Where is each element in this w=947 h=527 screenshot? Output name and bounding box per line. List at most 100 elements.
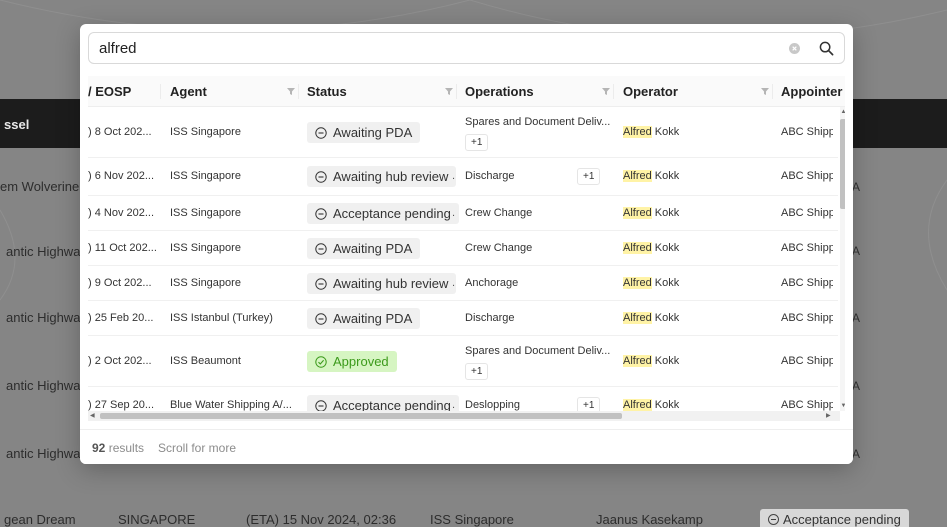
search-bar bbox=[88, 32, 845, 64]
appointer-cell: ABC Shippi bbox=[781, 207, 833, 219]
eosp-cell: ) 2 Oct 202... bbox=[88, 355, 152, 367]
table-row[interactable]: ) 27 Sep 20... Blue Water Shipping A/... A… bbox=[88, 387, 838, 411]
column-header-eosp[interactable]: / EOSP bbox=[88, 76, 131, 107]
truncation-dot: . bbox=[452, 170, 456, 182]
column-header-status[interactable]: Status bbox=[307, 76, 347, 107]
filter-icon[interactable] bbox=[444, 86, 454, 96]
vertical-scroll-thumb[interactable] bbox=[840, 119, 845, 209]
operator-cell: Alfred Kokk bbox=[623, 399, 679, 411]
operator-name-rest: Kokk bbox=[651, 170, 680, 182]
column-header-operations[interactable]: Operations bbox=[465, 76, 534, 107]
background-bottom-operator: Jaanus Kasekamp bbox=[596, 512, 703, 527]
search-match-highlight: Alfred bbox=[623, 277, 652, 289]
search-input[interactable] bbox=[89, 33, 784, 63]
appointer-cell: ABC Shippi bbox=[781, 126, 833, 138]
operator-cell: Alfred Kokk bbox=[623, 355, 679, 367]
status-badge: Acceptance pending bbox=[307, 203, 459, 224]
column-header-appointer[interactable]: Appointer bbox=[781, 76, 842, 107]
eosp-cell: ) 11 Oct 202... bbox=[88, 242, 157, 254]
status-badge: Awaiting hub review bbox=[307, 273, 457, 294]
filter-icon[interactable] bbox=[760, 86, 770, 96]
background-edge-letter: A bbox=[852, 180, 861, 194]
more-operations-badge[interactable]: +1 bbox=[465, 134, 489, 151]
operator-cell: Alfred Kokk bbox=[623, 312, 679, 324]
agent-cell: Blue Water Shipping A/... bbox=[170, 399, 292, 411]
vertical-scrollbar[interactable]: ▲ ▼ bbox=[840, 107, 845, 411]
scroll-left-arrow-icon[interactable]: ◀ bbox=[90, 411, 95, 421]
status-label: Awaiting hub review bbox=[333, 276, 449, 291]
agent-cell: ISS Singapore bbox=[170, 207, 241, 219]
background-bottom-eta: (ETA) 15 Nov 2024, 02:36 bbox=[246, 512, 397, 527]
table-row[interactable]: ) 2 Oct 202... ISS Beaumont Approved Spares… bbox=[88, 336, 838, 387]
more-operations-badge[interactable]: +1 bbox=[577, 397, 601, 411]
status-badge: Acceptance pending bbox=[307, 395, 459, 411]
table-body: ) 8 Oct 202... ISS Singapore Awaiting PDA S… bbox=[88, 107, 845, 411]
scroll-for-more-hint: Scroll for more bbox=[158, 441, 237, 455]
column-divider bbox=[456, 84, 457, 99]
background-vessel-cell: antic Highway bbox=[6, 244, 87, 259]
table-row[interactable]: ) 8 Oct 202... ISS Singapore Awaiting PDA S… bbox=[88, 107, 838, 158]
table-header: / EOSP Agent Status Operations Operator … bbox=[88, 76, 845, 107]
truncation-dot: . bbox=[452, 207, 456, 219]
more-operations-badge[interactable]: +1 bbox=[577, 168, 601, 185]
eosp-cell: ) 25 Feb 20... bbox=[88, 312, 154, 324]
filter-icon[interactable] bbox=[601, 86, 611, 96]
background-vessel-cell: antic Highway bbox=[6, 446, 87, 461]
operator-name-rest: Kokk bbox=[651, 312, 680, 324]
results-count: 92 results bbox=[92, 441, 145, 455]
eosp-cell: ) 6 Nov 202... bbox=[88, 170, 155, 182]
agent-cell: ISS Singapore bbox=[170, 277, 241, 289]
scroll-right-arrow-icon[interactable]: ▶ bbox=[826, 411, 831, 421]
scroll-up-arrow-icon[interactable]: ▲ bbox=[840, 108, 845, 116]
status-badge: Awaiting PDA bbox=[307, 308, 421, 329]
column-header-agent[interactable]: Agent bbox=[170, 76, 207, 107]
status-label: Acceptance pending bbox=[333, 398, 451, 411]
column-divider bbox=[160, 84, 161, 99]
more-operations-badge[interactable]: +1 bbox=[465, 363, 489, 380]
background-edge-letter: A bbox=[852, 244, 861, 258]
status-label: Acceptance pending bbox=[333, 206, 451, 221]
table-row[interactable]: ) 9 Oct 202... ISS Singapore Awaiting hub … bbox=[88, 266, 838, 301]
minus-circle-icon bbox=[315, 126, 327, 139]
operator-name-rest: Kokk bbox=[651, 355, 680, 367]
background-bottom-status: Acceptance pending bbox=[760, 509, 909, 527]
column-header-operator[interactable]: Operator bbox=[623, 76, 678, 107]
status-badge: Awaiting PDA bbox=[307, 238, 421, 259]
table-row[interactable]: ) 11 Oct 202... ISS Singapore Awaiting PDA… bbox=[88, 231, 838, 266]
results-footer: 92 results Scroll for more bbox=[80, 429, 853, 464]
operator-name-rest: Kokk bbox=[651, 126, 680, 138]
search-button[interactable] bbox=[810, 33, 842, 63]
background-edge-letter: A bbox=[852, 311, 861, 325]
background-edge-letter: A bbox=[852, 447, 861, 461]
operator-name-rest: Kokk bbox=[651, 399, 680, 411]
horizontal-scroll-thumb[interactable] bbox=[100, 413, 622, 419]
operations-cell: Crew Change bbox=[465, 242, 533, 254]
operations-cell: Spares and Document Deliv... bbox=[465, 345, 611, 357]
appointer-cell: ABC Shippi bbox=[781, 355, 833, 367]
horizontal-scrollbar[interactable]: ◀ ▶ bbox=[88, 411, 840, 421]
operator-name-rest: Kokk bbox=[651, 207, 680, 219]
agent-cell: ISS Singapore bbox=[170, 170, 241, 182]
table-row[interactable]: ) 4 Nov 202... ISS Singapore Acceptance pe… bbox=[88, 196, 838, 231]
clear-search-button[interactable] bbox=[784, 38, 804, 58]
background-bottom-agent: ISS Singapore bbox=[430, 512, 514, 527]
table-row[interactable]: ) 25 Feb 20... ISS Istanbul (Turkey) Await… bbox=[88, 301, 838, 336]
background-bottom-vessel: gean Dream bbox=[4, 512, 76, 527]
status-badge: Approved bbox=[307, 351, 397, 372]
scroll-down-arrow-icon[interactable]: ▼ bbox=[840, 402, 845, 410]
background-vessel-cell: em Wolverine bbox=[0, 179, 80, 194]
clear-circle-icon bbox=[788, 42, 800, 54]
minus-circle-icon bbox=[315, 277, 327, 290]
appointer-cell: ABC Shippi bbox=[781, 277, 833, 289]
table-row[interactable]: ) 6 Nov 202... ISS Singapore Awaiting hub … bbox=[88, 158, 838, 196]
operations-cell: Anchorage bbox=[465, 277, 519, 289]
search-match-highlight: Alfred bbox=[623, 170, 652, 182]
operator-name-rest: Kokk bbox=[651, 242, 680, 254]
truncation-dot: . bbox=[452, 277, 456, 289]
operations-cell: Discharge bbox=[465, 312, 515, 324]
appointer-cell: ABC Shippi bbox=[781, 170, 833, 182]
filter-icon[interactable] bbox=[286, 86, 296, 96]
background-edge-letter: A bbox=[852, 379, 861, 393]
operations-cell: Deslopping bbox=[465, 399, 521, 411]
search-match-highlight: Alfred bbox=[623, 242, 652, 254]
